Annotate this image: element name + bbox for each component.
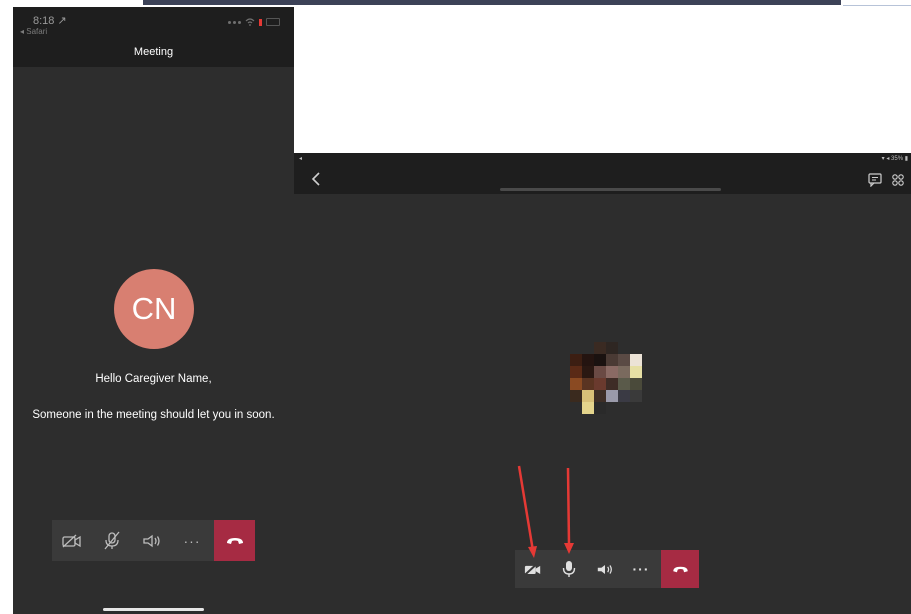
annotation-arrowhead-mic bbox=[564, 543, 574, 554]
annotation-arrow-camera bbox=[517, 465, 535, 552]
annotation-arrows bbox=[517, 465, 574, 558]
annotation-arrow-mic bbox=[566, 467, 571, 546]
annotation-arrowhead-camera bbox=[528, 546, 537, 558]
